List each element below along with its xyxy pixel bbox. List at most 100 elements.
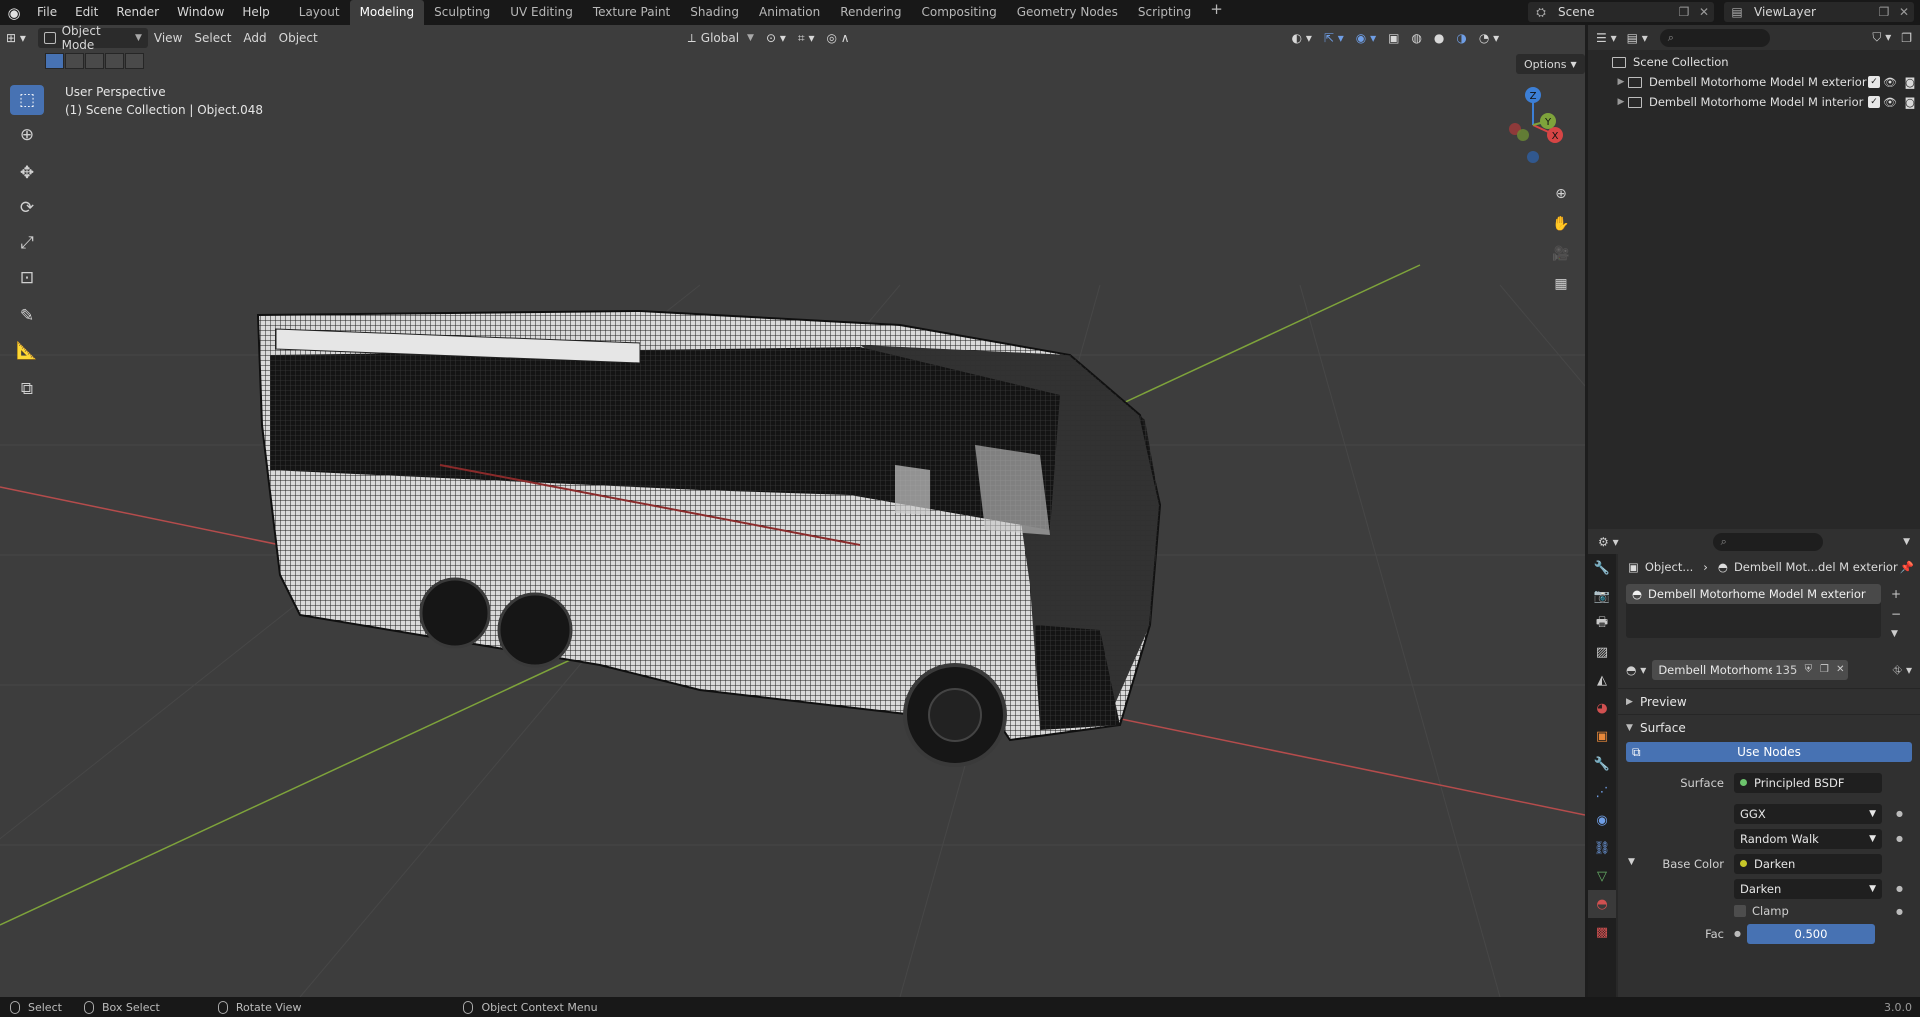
select-subtract-icon[interactable] [85,53,104,69]
node-link-icon[interactable]: ⛗ ▾ [1893,663,1912,678]
properties-editor-icon[interactable]: ⚙ ▾ [1598,535,1619,549]
add-menu[interactable]: Add [237,28,272,48]
tab-scripting[interactable]: Scripting [1128,0,1201,25]
eye-icon[interactable]: 👁 [1880,96,1900,109]
new-collection-icon[interactable]: ❐ [1901,31,1912,45]
eye-icon[interactable]: 👁 [1880,76,1900,89]
remove-scene-icon[interactable]: ✕ [1694,5,1714,19]
motorhome-model[interactable] [256,309,1162,767]
world-tab-icon[interactable]: ◕ [1588,694,1616,722]
material-slot[interactable]: ◓ Dembell Motorhome Model M exterior [1626,584,1881,604]
exclude-checkbox[interactable]: ✓ [1868,76,1880,88]
constraints-tab-icon[interactable]: ⛓ [1588,834,1616,862]
mode-selector[interactable]: Object Mode ▼ [37,25,148,52]
scene-collection-row[interactable]: Scene Collection [1588,52,1920,72]
new-scene-icon[interactable]: ❐ [1674,5,1694,19]
visibility-icon[interactable]: ◐ ▾ [1286,28,1318,48]
ortho-grid-icon[interactable]: ▦ [1548,271,1574,297]
keyframe-dot-icon[interactable]: ● [1896,809,1903,818]
outliner-editor-icon[interactable]: ☰ ▾ [1596,31,1617,45]
keyframe-dot-icon[interactable]: ● [1896,834,1903,843]
menu-help[interactable]: Help [233,0,278,25]
rendered-shading-icon[interactable]: ◔ ▾ [1473,28,1505,48]
fac-slider[interactable]: 0.500 [1746,923,1875,944]
pan-hand-icon[interactable]: ✋ [1548,211,1574,237]
tab-texture-paint[interactable]: Texture Paint [583,0,680,25]
scene-tab-icon[interactable]: ◭ [1588,666,1616,694]
move-tool-icon[interactable]: ✥ [10,158,44,188]
physics-tab-icon[interactable]: ◉ [1588,806,1616,834]
axis-neg-y-handle[interactable] [1517,129,1529,141]
tab-layout[interactable]: Layout [289,0,350,25]
remove-slot-icon[interactable]: − [1891,604,1911,624]
gizmo-toggle-icon[interactable]: ⇱ ▾ [1318,28,1350,48]
expand-arrow-icon[interactable]: ▶ [1614,77,1628,87]
select-box-tool-icon[interactable]: ⬚ [10,85,44,115]
annotate-tool-icon[interactable]: ✎ [10,301,44,331]
select-intersect-icon[interactable] [125,53,144,69]
tab-shading[interactable]: Shading [680,0,749,25]
viewport-scene[interactable] [0,25,1585,997]
output-tab-icon[interactable]: 🖶 [1588,610,1616,638]
material-shading-icon[interactable]: ◑ [1450,28,1472,48]
keyframe-dot-icon[interactable]: ● [1896,907,1903,916]
scale-tool-icon[interactable]: ⤢ [10,228,44,258]
zoom-icon[interactable]: ⊕ [1548,181,1574,207]
fake-user-icon[interactable]: ⛨ [1800,660,1817,680]
wireframe-shading-icon[interactable]: ◍ [1405,28,1427,48]
keyframe-dot-icon[interactable]: ● [1896,884,1903,893]
editor-type-icon[interactable]: ⊞ ▾ [0,28,32,48]
camera-view-icon[interactable]: 🎥 [1548,241,1574,267]
rotate-tool-icon[interactable]: ⟳ [10,193,44,223]
select-menu[interactable]: Select [188,28,237,48]
menu-render[interactable]: Render [107,0,168,25]
tab-modeling[interactable]: Modeling [349,0,425,25]
axis-neg-z-handle[interactable] [1527,151,1539,163]
render-tab-icon[interactable]: 📷 [1588,582,1616,610]
preview-panel-header[interactable]: ▶ Preview [1618,688,1920,714]
view-layer-tab-icon[interactable]: ▨ [1588,638,1616,666]
duplicate-material-icon[interactable]: ❐ [1816,660,1833,680]
list-item[interactable]: ▶ Dembell Motorhome Model M exterior ✓ 👁… [1588,72,1920,92]
filter-icon[interactable]: ⛉ ▾ [1872,30,1891,45]
camera-icon[interactable]: ◙ [1900,76,1920,89]
slot-menu-icon[interactable]: ▼ [1891,624,1911,644]
modifier-tab-icon[interactable]: 🔧 [1588,750,1616,778]
expand-arrow-icon[interactable]: ▶ [1614,97,1628,107]
select-invert-icon[interactable] [105,53,124,69]
snap-icon[interactable]: ⌗ ▾ [792,28,821,48]
menu-window[interactable]: Window [168,0,233,25]
overlay-toggle-icon[interactable]: ◉ ▾ [1350,28,1382,48]
tab-compositing[interactable]: Compositing [911,0,1006,25]
chevron-down-icon[interactable]: ▼ [1903,537,1910,547]
material-name-field[interactable]: Dembell Motorhome... [1652,660,1773,680]
view-layer-selector[interactable]: ▤ ViewLayer ❐ ✕ [1724,2,1914,22]
camera-icon[interactable]: ◙ [1900,96,1920,109]
base-color-field[interactable]: Darken [1734,853,1882,874]
subsurface-method-select[interactable]: Random Walk ▼ [1734,828,1882,849]
scene-selector[interactable]: ⛭ Scene ❐ ✕ [1528,2,1714,22]
view-menu[interactable]: View [148,28,188,48]
exclude-checkbox[interactable]: ✓ [1868,96,1880,108]
tab-uv-editing[interactable]: UV Editing [500,0,583,25]
material-users-count[interactable]: 135 [1772,660,1801,680]
unlink-material-icon[interactable]: ✕ [1832,660,1849,680]
outliner-search-input[interactable]: ⌕ [1659,28,1770,47]
navigation-gizmo[interactable]: Z X Y [1493,83,1573,163]
view-layer-name[interactable]: ViewLayer [1750,5,1874,19]
distribution-select[interactable]: GGX ▼ [1734,803,1882,824]
3d-viewport[interactable]: ⊞ ▾ Object Mode ▼ View Select Add Object… [0,25,1585,997]
solid-shading-icon[interactable]: ● [1428,28,1450,48]
expand-arrow-icon[interactable]: ▼ [1628,857,1635,867]
menu-file[interactable]: File [28,0,66,25]
xray-icon[interactable]: ▣ [1382,28,1405,48]
tab-geometry-nodes[interactable]: Geometry Nodes [1007,0,1128,25]
surface-shader-field[interactable]: Principled BSDF [1734,772,1882,793]
material-slot-list[interactable]: ◓ Dembell Motorhome Model M exterior [1626,584,1881,638]
surface-panel-header[interactable]: ▼ Surface [1618,714,1920,740]
select-extend-icon[interactable] [65,53,84,69]
pivot-icon[interactable]: ⊙ ▾ [760,28,792,48]
add-workspace-icon[interactable]: + [1201,0,1232,25]
tool-tab-icon[interactable]: 🔧 [1588,554,1616,582]
transform-tool-icon[interactable]: ⊡ [10,263,44,293]
